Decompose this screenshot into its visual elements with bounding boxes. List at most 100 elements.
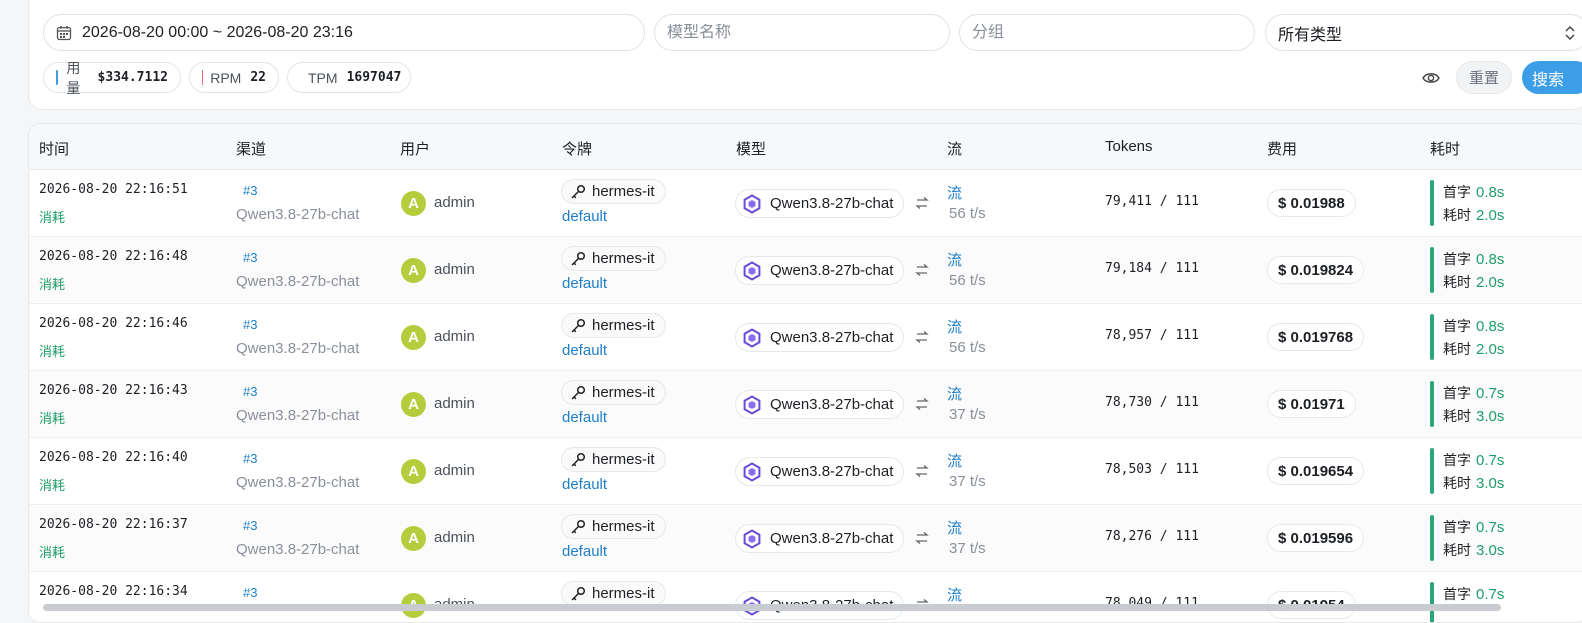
row-channel-name: Qwen3.8-27b-chat <box>236 340 360 357</box>
token-tag[interactable]: hermes-it <box>561 246 666 271</box>
row-time: 2026-08-20 22:16:34 <box>39 584 188 599</box>
row-time: 2026-08-20 22:16:40 <box>39 450 188 465</box>
usage-value: $334.7112 <box>97 70 168 85</box>
total-duration: 耗时 3.0s <box>1443 540 1504 560</box>
group-field[interactable] <box>959 14 1255 51</box>
row-group[interactable]: default <box>562 275 607 292</box>
model-name: Qwen3.8-27b-chat <box>770 262 894 279</box>
model-mapping-icon[interactable] <box>915 330 929 348</box>
first-token-value: 0.7s <box>1476 452 1505 469</box>
model-name-input[interactable] <box>667 23 937 42</box>
row-user: admin <box>434 328 475 345</box>
row-channel-id[interactable]: #3 <box>243 451 257 466</box>
eye-icon[interactable] <box>1419 66 1443 90</box>
row-time: 2026-08-20 22:16:37 <box>39 517 188 532</box>
row-speed: 56 t/s <box>949 339 986 356</box>
row-group[interactable]: default <box>562 409 607 426</box>
key-icon <box>571 318 586 333</box>
model-tag[interactable]: Qwen3.8-27b-chat <box>735 189 905 218</box>
first-token-label: 首字 <box>1443 184 1471 200</box>
model-tag[interactable]: Qwen3.8-27b-chat <box>735 323 905 352</box>
model-mapping-icon[interactable] <box>915 531 929 549</box>
token-name: hermes-it <box>592 451 655 468</box>
table-row[interactable]: 2026-08-20 22:16:37 消耗 #3 Qwen3.8-27b-ch… <box>29 505 1582 572</box>
row-kind: 消耗 <box>39 411 66 426</box>
token-tag[interactable]: hermes-it <box>561 313 666 338</box>
select-updown-icon <box>1565 25 1575 40</box>
date-range-picker[interactable]: 2026-08-20 00:00 ~ 2026-08-20 23:16 <box>43 14 645 51</box>
duration-label: 耗时 <box>1443 408 1471 424</box>
row-channel-id[interactable]: #3 <box>243 384 257 399</box>
filter-panel: 2026-08-20 00:00 ~ 2026-08-20 23:16 所有类型… <box>28 0 1582 110</box>
row-channel-id[interactable]: #3 <box>243 518 257 533</box>
cost-badge: $ 0.019824 <box>1267 256 1365 284</box>
duration-value: 3.0s <box>1476 408 1505 425</box>
model-mapping-icon[interactable] <box>915 196 929 214</box>
table-row[interactable]: 2026-08-20 22:16:51 消耗 #3 Qwen3.8-27b-ch… <box>29 170 1582 237</box>
table-row[interactable]: 2026-08-20 22:16:40 消耗 #3 Qwen3.8-27b-ch… <box>29 438 1582 505</box>
model-mapping-icon[interactable] <box>915 464 929 482</box>
horizontal-scrollbar[interactable] <box>43 604 1501 611</box>
row-stream: 流 <box>947 252 963 269</box>
row-channel-id[interactable]: #3 <box>243 183 257 198</box>
model-tag[interactable]: Qwen3.8-27b-chat <box>735 390 905 419</box>
model-name: Qwen3.8-27b-chat <box>770 530 894 547</box>
qwen-logo-icon <box>743 327 761 348</box>
rpm-value: 22 <box>250 70 266 85</box>
model-name: Qwen3.8-27b-chat <box>770 463 894 480</box>
latency-bar <box>1430 247 1434 293</box>
row-tokens: 78,730 / 111 <box>1105 395 1199 410</box>
table-row[interactable]: 2026-08-20 22:16:46 消耗 #3 Qwen3.8-27b-ch… <box>29 304 1582 371</box>
table-row[interactable]: 2026-08-20 22:16:48 消耗 #3 Qwen3.8-27b-ch… <box>29 237 1582 304</box>
first-token-label: 首字 <box>1443 318 1471 334</box>
latency-bar <box>1430 314 1434 360</box>
group-input[interactable] <box>972 23 1242 42</box>
row-group[interactable]: default <box>562 543 607 560</box>
row-group[interactable]: default <box>562 208 607 225</box>
table-row[interactable]: 2026-08-20 22:16:34 #3 A admin hermes-it… <box>29 572 1582 622</box>
avatar: A <box>401 392 426 417</box>
row-channel-id[interactable]: #3 <box>243 585 257 600</box>
col-stream: 流 <box>947 141 963 158</box>
token-tag[interactable]: hermes-it <box>561 179 666 204</box>
row-speed: 56 t/s <box>949 272 986 289</box>
row-group[interactable]: default <box>562 476 607 493</box>
row-group[interactable]: default <box>562 342 607 359</box>
table-row[interactable]: 2026-08-20 22:16:43 消耗 #3 Qwen3.8-27b-ch… <box>29 371 1582 438</box>
row-user: admin <box>434 529 475 546</box>
cost-badge: $ 0.019654 <box>1267 457 1365 485</box>
log-table: 时间 渠道 用户 令牌 模型 流 Tokens 费用 耗时 2026-08-20… <box>28 123 1582 623</box>
tpm-value: 1697047 <box>346 70 402 85</box>
model-tag[interactable]: Qwen3.8-27b-chat <box>735 256 905 285</box>
row-user: admin <box>434 194 475 211</box>
row-user: admin <box>434 462 475 479</box>
token-tag[interactable]: hermes-it <box>561 581 666 606</box>
total-duration: 耗时 3.0s <box>1443 406 1504 426</box>
first-token-latency: 首字 0.8s <box>1443 316 1504 336</box>
type-select[interactable]: 所有类型 <box>1265 14 1582 51</box>
search-button[interactable]: 搜索 <box>1522 61 1582 94</box>
token-tag[interactable]: hermes-it <box>561 514 666 539</box>
duration-value: 2.0s <box>1476 341 1505 358</box>
avatar: A <box>401 459 426 484</box>
latency-bar <box>1430 515 1434 561</box>
model-tag[interactable]: Qwen3.8-27b-chat <box>735 524 905 553</box>
model-tag[interactable]: Qwen3.8-27b-chat <box>735 457 905 486</box>
token-tag[interactable]: hermes-it <box>561 447 666 472</box>
row-channel-id[interactable]: #3 <box>243 250 257 265</box>
reset-button[interactable]: 重置 <box>1456 61 1512 94</box>
model-name: Qwen3.8-27b-chat <box>770 329 894 346</box>
tpm-label: TPM <box>308 69 338 86</box>
model-mapping-icon[interactable] <box>915 263 929 281</box>
first-token-value: 0.8s <box>1476 184 1505 201</box>
model-mapping-icon[interactable] <box>915 397 929 415</box>
model-name-field[interactable] <box>654 14 950 51</box>
duration-value: 2.0s <box>1476 207 1505 224</box>
row-tokens: 79,184 / 111 <box>1105 261 1199 276</box>
model-name: Qwen3.8-27b-chat <box>770 195 894 212</box>
token-tag[interactable]: hermes-it <box>561 380 666 405</box>
row-user: admin <box>434 261 475 278</box>
row-channel-id[interactable]: #3 <box>243 317 257 332</box>
row-kind: 消耗 <box>39 210 66 225</box>
duration-label: 耗时 <box>1443 207 1471 223</box>
